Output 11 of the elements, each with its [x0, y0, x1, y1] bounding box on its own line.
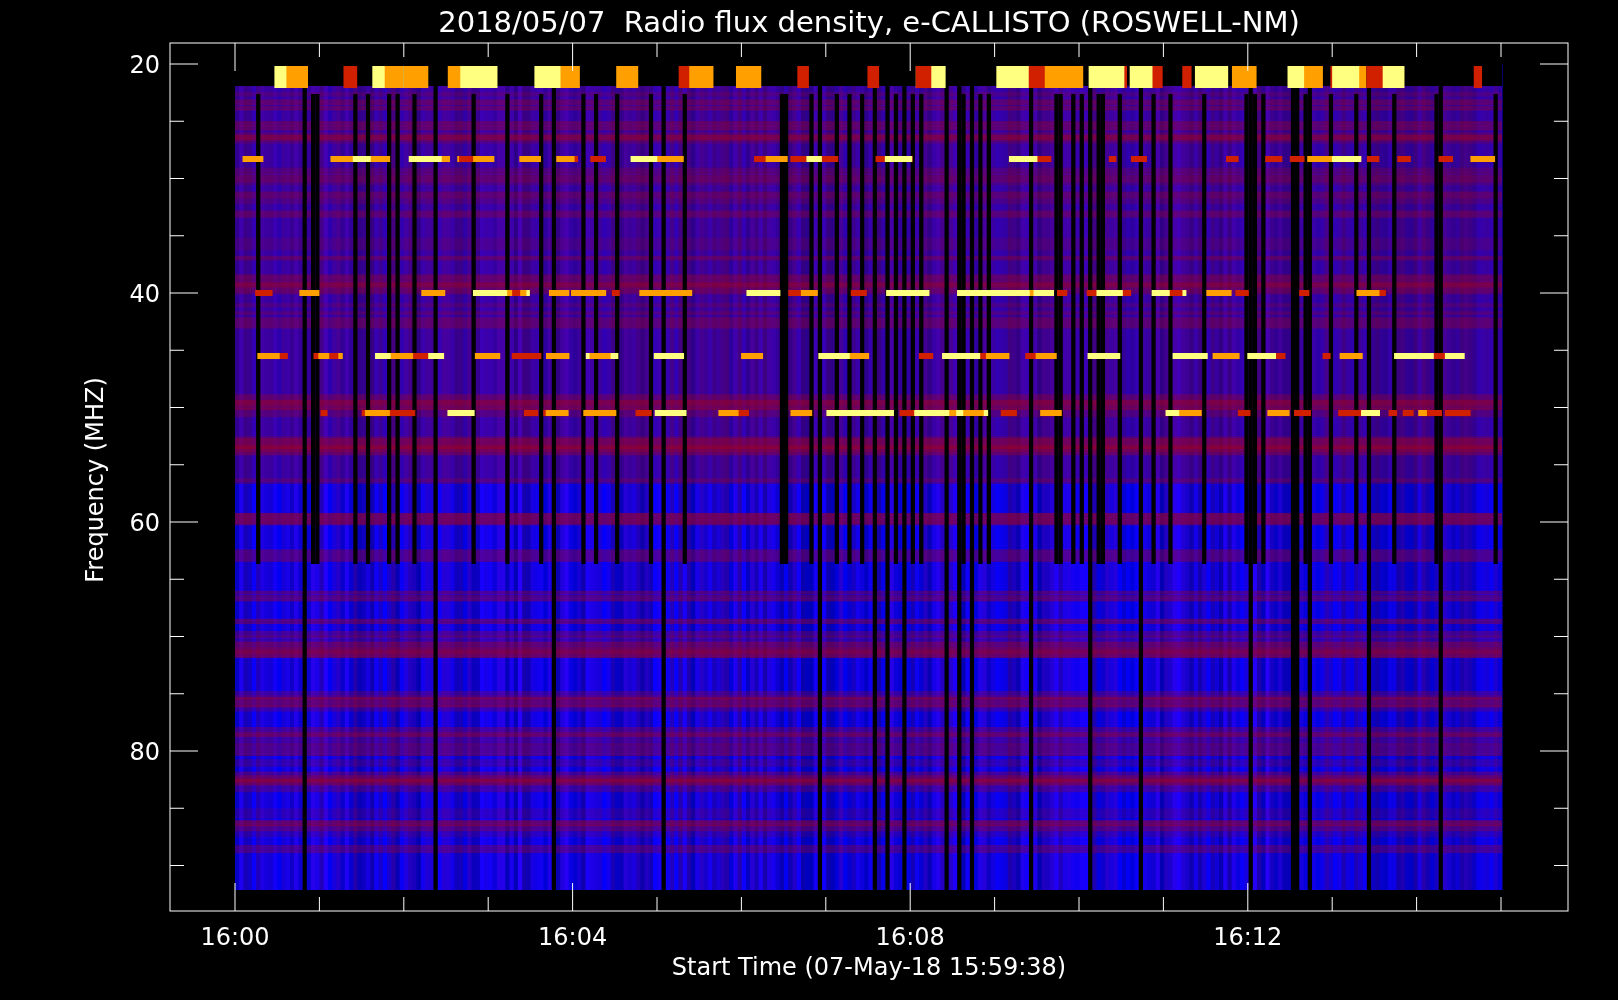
- y-tick-label: 40: [129, 280, 160, 308]
- y-axis-label: Frequency (MHZ): [81, 377, 109, 583]
- plot-title: 2018/05/07 Radio flux density, e-CALLISTO (ROSWELL-NM): [438, 5, 1300, 39]
- y-tick-label: 60: [129, 509, 160, 537]
- x-tick-label: 16:00: [200, 923, 270, 951]
- y-tick-label: 20: [129, 51, 160, 79]
- y-tick-label: 80: [129, 738, 160, 766]
- x-tick-label: 16:12: [1213, 923, 1283, 951]
- x-tick-label: 16:08: [875, 923, 945, 951]
- x-axis-label: Start Time (07-May-18 15:59:38): [671, 953, 1067, 981]
- x-tick-label: 16:04: [538, 923, 608, 951]
